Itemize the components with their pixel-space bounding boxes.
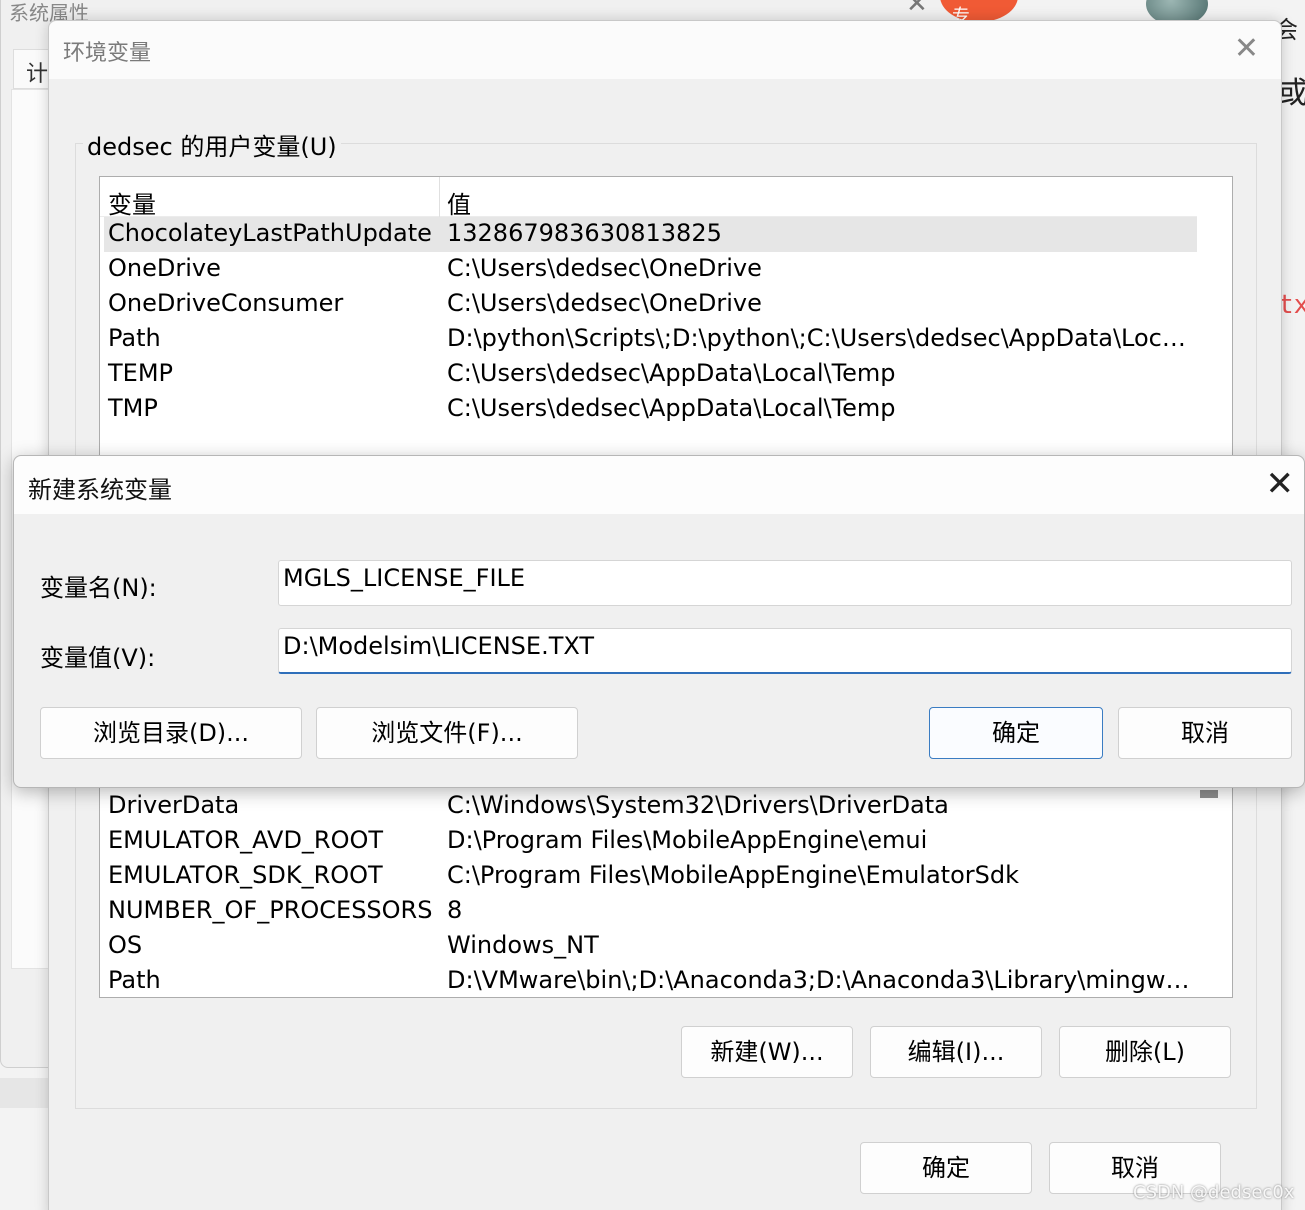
ok-button[interactable]: 确定 <box>929 707 1103 759</box>
list-item[interactable]: NUMBER_OF_PROCESSORS 8 <box>104 894 1197 929</box>
list-item[interactable]: ChocolateyLastPathUpdate 132867983630813… <box>104 217 1197 252</box>
variable-value: D:\python\Scripts\;D:\python\;C:\Users\d… <box>447 324 1193 352</box>
variable-name: Path <box>108 966 161 994</box>
list-item[interactable]: TMP C:\Users\dedsec\AppData\Local\Temp <box>104 392 1197 427</box>
variable-value: C:\Program Files\MobileAppEngine\Emulato… <box>447 861 1019 889</box>
user-variables-label: dedsec 的用户变量(U) <box>83 127 341 162</box>
variable-name: DriverData <box>108 791 240 819</box>
variable-value: 8 <box>447 896 463 924</box>
user-variables-list[interactable]: 变量 值 ChocolateyLastPathUpdate 1328679836… <box>99 176 1233 476</box>
title-bar: 新建系统变量 ✕ <box>14 456 1304 514</box>
edit-variable-button[interactable]: 编辑(I)... <box>870 1026 1042 1078</box>
variable-value: C:\Users\dedsec\AppData\Local\Temp <box>447 359 896 387</box>
browse-file-button[interactable]: 浏览文件(F)... <box>316 707 578 759</box>
variable-name: Path <box>108 324 161 352</box>
variable-name: OneDrive <box>108 254 221 282</box>
list-item[interactable]: DriverData C:\Windows\System32\Drivers\D… <box>104 789 1197 824</box>
variable-name: TMP <box>108 394 158 422</box>
list-item[interactable]: Path D:\python\Scripts\;D:\python\;C:\Us… <box>104 322 1197 357</box>
close-icon[interactable]: ✕ <box>906 0 928 19</box>
variable-value: C:\Users\dedsec\OneDrive <box>447 254 762 282</box>
variable-value: 132867983630813825 <box>447 219 722 247</box>
list-item[interactable]: Path D:\VMware\bin\;D:\Anaconda3;D:\Anac… <box>104 964 1197 997</box>
close-icon[interactable]: ✕ <box>1266 464 1295 504</box>
close-icon[interactable]: ✕ <box>1234 31 1259 66</box>
variable-name: EMULATOR_SDK_ROOT <box>108 861 383 889</box>
title-bar: 环境变量 ✕ <box>49 21 1281 79</box>
column-header-value[interactable]: 值 <box>447 185 471 220</box>
new-system-variable-dialog: 新建系统变量 ✕ 变量名(N): MGLS_LICENSE_FILE 变量值(V… <box>13 455 1305 788</box>
variable-value: C:\Users\dedsec\AppData\Local\Temp <box>447 394 896 422</box>
list-item[interactable]: OneDrive C:\Users\dedsec\OneDrive <box>104 252 1197 287</box>
variable-value: D:\VMware\bin\;D:\Anaconda3;D:\Anaconda3… <box>447 966 1193 994</box>
variable-name: EMULATOR_AVD_ROOT <box>108 826 384 854</box>
variable-value: D:\Program Files\MobileAppEngine\emui <box>447 826 928 854</box>
variable-value-field[interactable]: D:\Modelsim\LICENSE.TXT <box>278 628 1292 674</box>
list-header: 变量 值 <box>100 177 1197 220</box>
scrollbar-thumb[interactable] <box>1200 790 1218 798</box>
browse-directory-button[interactable]: 浏览目录(D)... <box>40 707 302 759</box>
variable-value: Windows_NT <box>447 931 599 959</box>
list-item[interactable]: EMULATOR_SDK_ROOT C:\Program Files\Mobil… <box>104 859 1197 894</box>
ok-button[interactable]: 确定 <box>860 1142 1032 1194</box>
tab-computer-name[interactable]: 计 <box>13 49 53 89</box>
list-item[interactable]: EMULATOR_AVD_ROOT D:\Program Files\Mobil… <box>104 824 1197 859</box>
background-code-text: tx <box>1278 290 1305 320</box>
variable-name: OneDriveConsumer <box>108 289 344 317</box>
cancel-button[interactable]: 取消 <box>1118 707 1292 759</box>
list-item[interactable]: OneDriveConsumer C:\Users\dedsec\OneDriv… <box>104 287 1197 322</box>
dialog-title: 新建系统变量 <box>28 476 172 504</box>
list-item[interactable]: TEMP C:\Users\dedsec\AppData\Local\Temp <box>104 357 1197 392</box>
variable-name: ChocolateyLastPathUpdate <box>108 219 432 247</box>
variable-value-label: 变量值(V): <box>40 644 156 672</box>
variable-name: TEMP <box>108 359 174 387</box>
badge-icon: 专 <box>940 0 1018 27</box>
window-title: 环境变量 <box>63 41 152 66</box>
variable-value: C:\Users\dedsec\OneDrive <box>447 289 762 317</box>
background-text: 或 <box>1278 76 1305 111</box>
delete-variable-button[interactable]: 删除(L) <box>1059 1026 1231 1078</box>
column-divider[interactable] <box>439 177 440 217</box>
variable-value: C:\Windows\System32\Drivers\DriverData <box>447 791 949 819</box>
new-variable-button[interactable]: 新建(W)... <box>681 1026 853 1078</box>
variable-name: OS <box>108 931 143 959</box>
list-item[interactable]: OS Windows_NT <box>104 929 1197 964</box>
variable-name-label: 变量名(N): <box>40 574 157 602</box>
variable-name-field[interactable]: MGLS_LICENSE_FILE <box>278 560 1292 606</box>
variable-name: NUMBER_OF_PROCESSORS <box>108 896 433 924</box>
watermark: CSDN @dedsec0x <box>1133 1182 1295 1203</box>
column-header-variable[interactable]: 变量 <box>108 185 156 220</box>
